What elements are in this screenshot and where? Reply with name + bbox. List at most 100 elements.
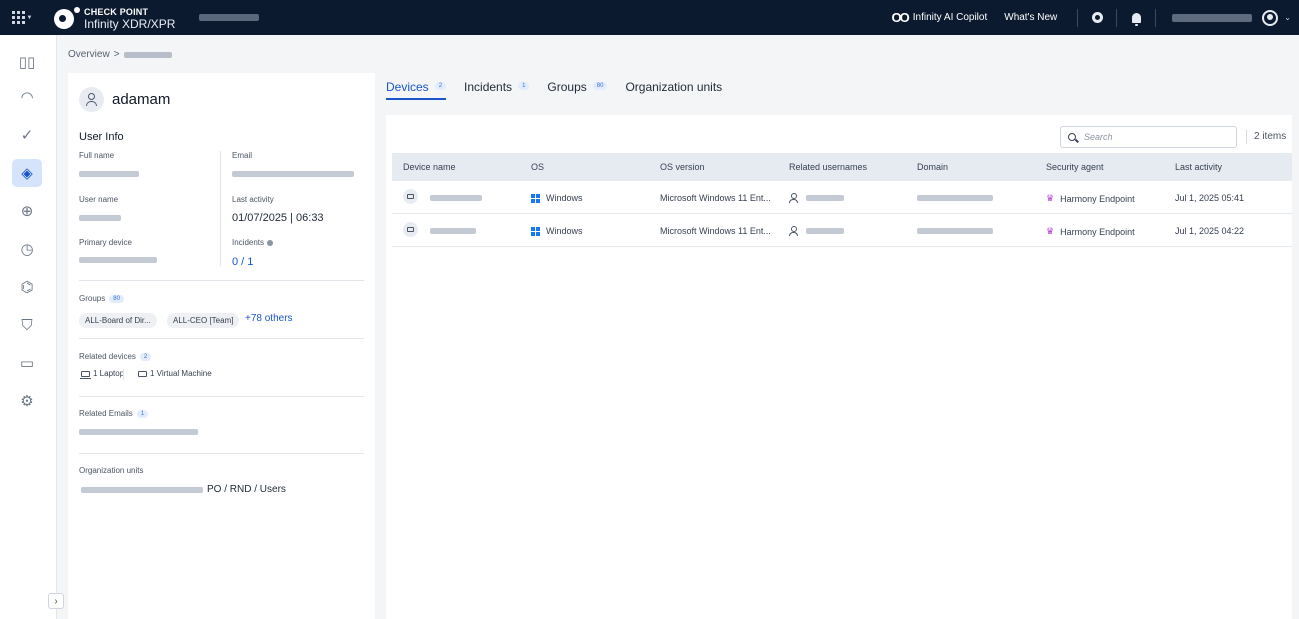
tab-count-badge: 2 bbox=[434, 82, 447, 90]
checkpoint-logo-icon bbox=[54, 6, 80, 29]
search-placeholder: Search bbox=[1084, 132, 1113, 142]
redacted-device-name bbox=[430, 228, 476, 234]
notifications-button[interactable] bbox=[1117, 12, 1155, 26]
user-icon bbox=[79, 87, 104, 112]
groups-count-badge: 80 bbox=[109, 294, 124, 303]
os-version-cell: Microsoft Windows 11 Ent... bbox=[660, 226, 771, 236]
os-cell: Windows bbox=[531, 193, 583, 203]
lifebuoy-icon bbox=[1091, 12, 1103, 23]
user-icon bbox=[789, 226, 798, 236]
check-circle-icon[interactable]: ✓ bbox=[12, 121, 42, 149]
chevron-down-icon[interactable]: ⌄ bbox=[1284, 13, 1291, 22]
laptop-icon bbox=[403, 222, 418, 237]
diamond-icon[interactable]: ◈ bbox=[12, 159, 42, 187]
device-name-cell[interactable] bbox=[430, 195, 482, 201]
column-header[interactable]: Device name bbox=[403, 162, 456, 172]
divider bbox=[123, 369, 124, 380]
info-icon bbox=[267, 239, 274, 246]
incidents-value-link[interactable]: 0 / 1 bbox=[232, 256, 253, 268]
redacted-related-email bbox=[79, 429, 198, 435]
brand[interactable]: CHECK POINT Infinity XDR/XPR bbox=[54, 6, 175, 30]
clock-icon[interactable]: ◷ bbox=[12, 235, 42, 263]
user-name-label: User name bbox=[79, 195, 119, 204]
infinity-icon: OO bbox=[891, 10, 910, 25]
expand-rail-button[interactable]: › bbox=[48, 593, 64, 609]
user-avatar-icon[interactable] bbox=[1262, 9, 1279, 26]
tab-organization-units[interactable]: Organization units bbox=[625, 80, 722, 100]
group-chip[interactable]: ALL-Board of Dir... bbox=[79, 313, 157, 328]
table-row[interactable]: Windows Microsoft Windows 11 Ent... ♛ Har… bbox=[392, 214, 1292, 247]
windows-icon bbox=[531, 226, 540, 236]
harmony-endpoint-icon: ♛ bbox=[1046, 193, 1055, 203]
column-header[interactable]: OS version bbox=[660, 162, 705, 172]
puzzle-icon[interactable]: ⌬ bbox=[12, 273, 42, 301]
org-units-label: Organization units bbox=[79, 466, 144, 475]
book-icon[interactable]: ▭ bbox=[12, 349, 42, 377]
groups-others-link[interactable]: +78 others bbox=[245, 313, 293, 324]
dashboard-icon[interactable]: ▯▯ bbox=[12, 48, 42, 76]
tab-count-badge: 80 bbox=[592, 82, 608, 90]
redacted-username bbox=[806, 228, 844, 234]
bell-icon bbox=[1131, 12, 1141, 26]
column-header[interactable]: Domain bbox=[917, 162, 948, 172]
search-input[interactable]: Search bbox=[1060, 126, 1237, 148]
full-name-label: Full name bbox=[79, 151, 115, 160]
tab-groups[interactable]: Groups 80 bbox=[547, 80, 608, 100]
table-header: Device name OS OS version Related userna… bbox=[392, 153, 1292, 181]
help-button[interactable] bbox=[1078, 12, 1116, 23]
last-activity-value: 01/07/2025 | 06:33 bbox=[232, 212, 324, 224]
tab-incidents[interactable]: Incidents 1 bbox=[464, 80, 530, 100]
related-emails-count-badge: 1 bbox=[136, 409, 149, 418]
desktop-icon bbox=[403, 189, 418, 204]
redacted-email bbox=[232, 171, 354, 177]
table-row[interactable]: Windows Microsoft Windows 11 Ent... ♛ Har… bbox=[392, 181, 1292, 214]
monitor-icon bbox=[138, 370, 147, 377]
group-chip[interactable]: ALL-CEO [Team] bbox=[167, 313, 240, 328]
redacted-full-name bbox=[79, 171, 139, 177]
laptop-count: 1 Laptop bbox=[80, 369, 124, 379]
primary-device-label: Primary device bbox=[79, 238, 132, 247]
product-name: Infinity XDR/XPR bbox=[84, 16, 176, 31]
incidents-label: Incidents bbox=[232, 238, 274, 247]
user-details-panel: adamam User Info Full name Email User na… bbox=[68, 73, 375, 619]
last-activity-cell: Jul 1, 2025 04:22 bbox=[1175, 226, 1245, 236]
laptop-icon bbox=[80, 370, 91, 379]
vm-count: 1 Virtual Machine bbox=[138, 369, 212, 378]
copilot-button[interactable]: OO Infinity AI Copilot bbox=[892, 10, 988, 25]
brand-name: CHECK POINT bbox=[84, 6, 149, 17]
redacted-user-name[interactable] bbox=[1172, 13, 1253, 22]
apps-grid-icon bbox=[11, 11, 25, 24]
redacted-breadcrumb-user bbox=[123, 51, 172, 58]
breadcrumb: Overview > bbox=[68, 49, 172, 60]
redacted-tenant bbox=[199, 14, 260, 21]
harmony-endpoint-icon: ♛ bbox=[1046, 226, 1055, 236]
divider bbox=[79, 453, 364, 454]
crosshair-icon[interactable]: ⊕ bbox=[12, 197, 42, 225]
username-cell bbox=[789, 226, 844, 236]
apps-menu-button[interactable]: ▼ bbox=[0, 0, 44, 35]
device-name-cell[interactable] bbox=[430, 228, 476, 234]
shield-icon[interactable]: ⛉ bbox=[12, 311, 42, 339]
user-header: adamam bbox=[79, 87, 170, 112]
column-header[interactable]: Related usernames bbox=[789, 162, 867, 172]
agent-cell: ♛ Harmony Endpoint bbox=[1046, 226, 1135, 237]
divider bbox=[220, 151, 221, 266]
divider bbox=[79, 280, 364, 281]
user-info-title: User Info bbox=[79, 131, 124, 143]
gear-icon[interactable]: ⚙ bbox=[12, 387, 42, 415]
whats-new-button[interactable]: What's New bbox=[1004, 12, 1057, 23]
tabs: Devices 2 Incidents 1 Groups 80 Organizatio… bbox=[386, 80, 740, 100]
breadcrumb-overview[interactable]: Overview bbox=[68, 49, 110, 60]
divider bbox=[79, 396, 364, 397]
user-name: adamam bbox=[112, 91, 171, 108]
breadcrumb-separator: > bbox=[113, 49, 120, 60]
column-header[interactable]: Security agent bbox=[1046, 162, 1104, 172]
username-cell bbox=[789, 193, 844, 203]
tab-devices[interactable]: Devices 2 bbox=[386, 80, 447, 100]
domain-cell bbox=[917, 228, 993, 234]
last-activity-label: Last activity bbox=[232, 195, 274, 204]
column-header[interactable]: Last activity bbox=[1175, 162, 1222, 172]
column-header[interactable]: OS bbox=[531, 162, 544, 172]
related-devices-count-badge: 2 bbox=[139, 352, 152, 361]
gauge-icon[interactable]: ◠ bbox=[12, 83, 42, 111]
